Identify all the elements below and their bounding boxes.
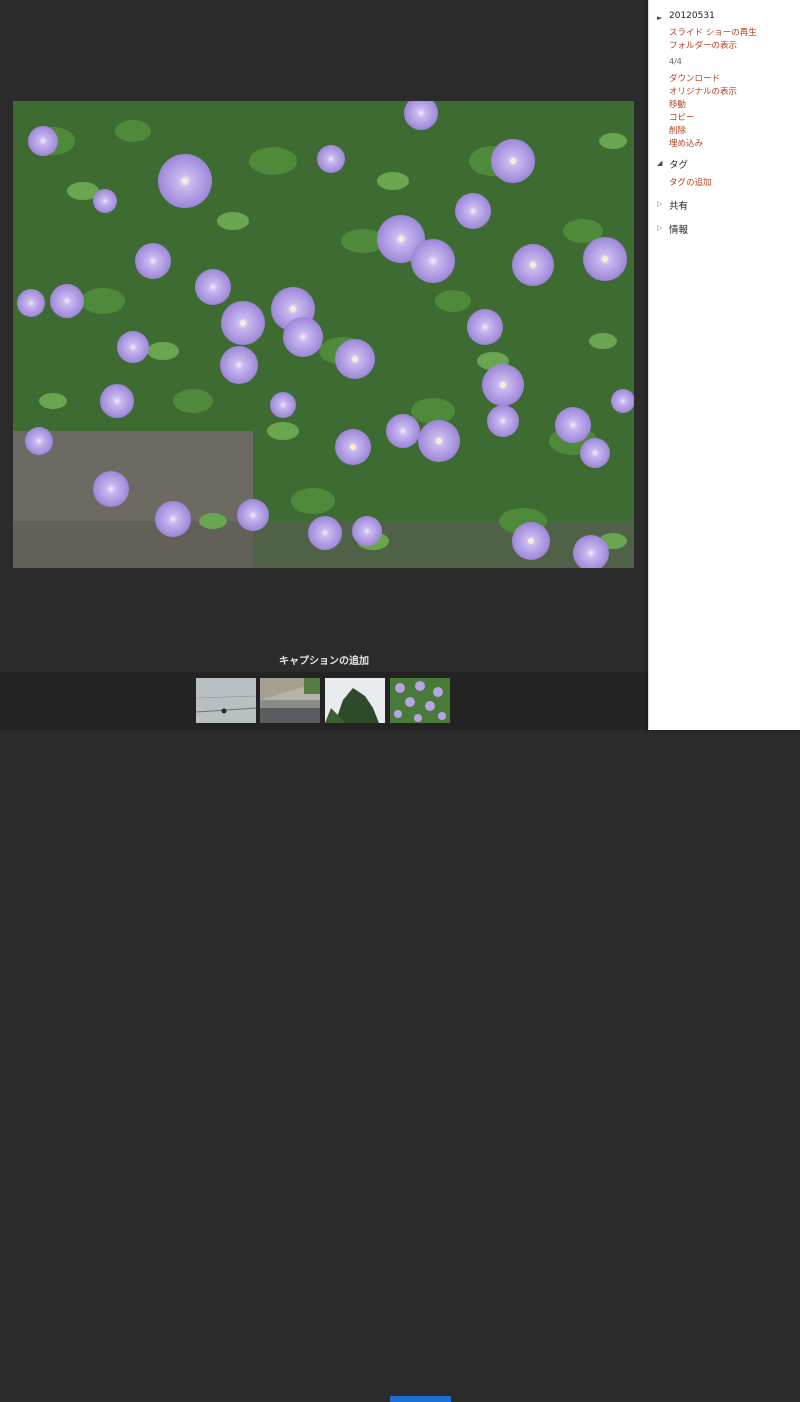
share-heading: 共有 — [669, 201, 689, 212]
caption-add-link[interactable]: キャプションの追加 — [0, 652, 648, 667]
photo-viewer: キャプションの追加 — [0, 0, 648, 1402]
copy-link[interactable]: コピー — [669, 111, 695, 123]
info-sidebar: ► 20120531 スライド ショーの再生 フォルダーの表示 4/4 ダウンロ… — [648, 0, 800, 730]
filmstrip-thumb-1[interactable] — [196, 678, 256, 723]
photo-counter: 4/4 — [669, 57, 682, 66]
chevron-right-icon: ▷ — [657, 200, 663, 208]
tags-heading: タグ — [669, 160, 689, 171]
filmstrip-thumb-3[interactable] — [325, 678, 385, 723]
thumb-image-1 — [196, 678, 256, 723]
chevron-right-icon: ► — [657, 14, 663, 22]
filmstrip — [0, 672, 648, 1402]
delete-link[interactable]: 削除 — [669, 124, 686, 136]
chevron-down-icon: ◢ — [657, 159, 663, 167]
info-heading: 情報 — [669, 225, 689, 236]
chevron-right-icon: ▷ — [657, 224, 663, 232]
filmstrip-thumb-4[interactable] — [390, 678, 450, 723]
thumb-image-4 — [390, 678, 450, 723]
thumb-image-2 — [260, 678, 320, 723]
filmstrip-thumb-2[interactable] — [260, 678, 320, 723]
thumb-image-3 — [325, 678, 385, 723]
flower-photo-image — [13, 101, 634, 568]
filmstrip-selection-indicator — [390, 1396, 451, 1402]
slideshow-link[interactable]: スライド ショーの再生 — [669, 26, 757, 38]
folder-view-link[interactable]: フォルダーの表示 — [669, 39, 737, 51]
add-tag-link[interactable]: タグの追加 — [669, 176, 712, 188]
move-link[interactable]: 移動 — [669, 98, 686, 110]
main-photo[interactable] — [13, 101, 634, 568]
embed-link[interactable]: 埋め込み — [669, 137, 703, 149]
album-date: 20120531 — [669, 11, 715, 21]
download-link[interactable]: ダウンロード — [669, 72, 720, 84]
view-original-link[interactable]: オリジナルの表示 — [669, 85, 737, 97]
